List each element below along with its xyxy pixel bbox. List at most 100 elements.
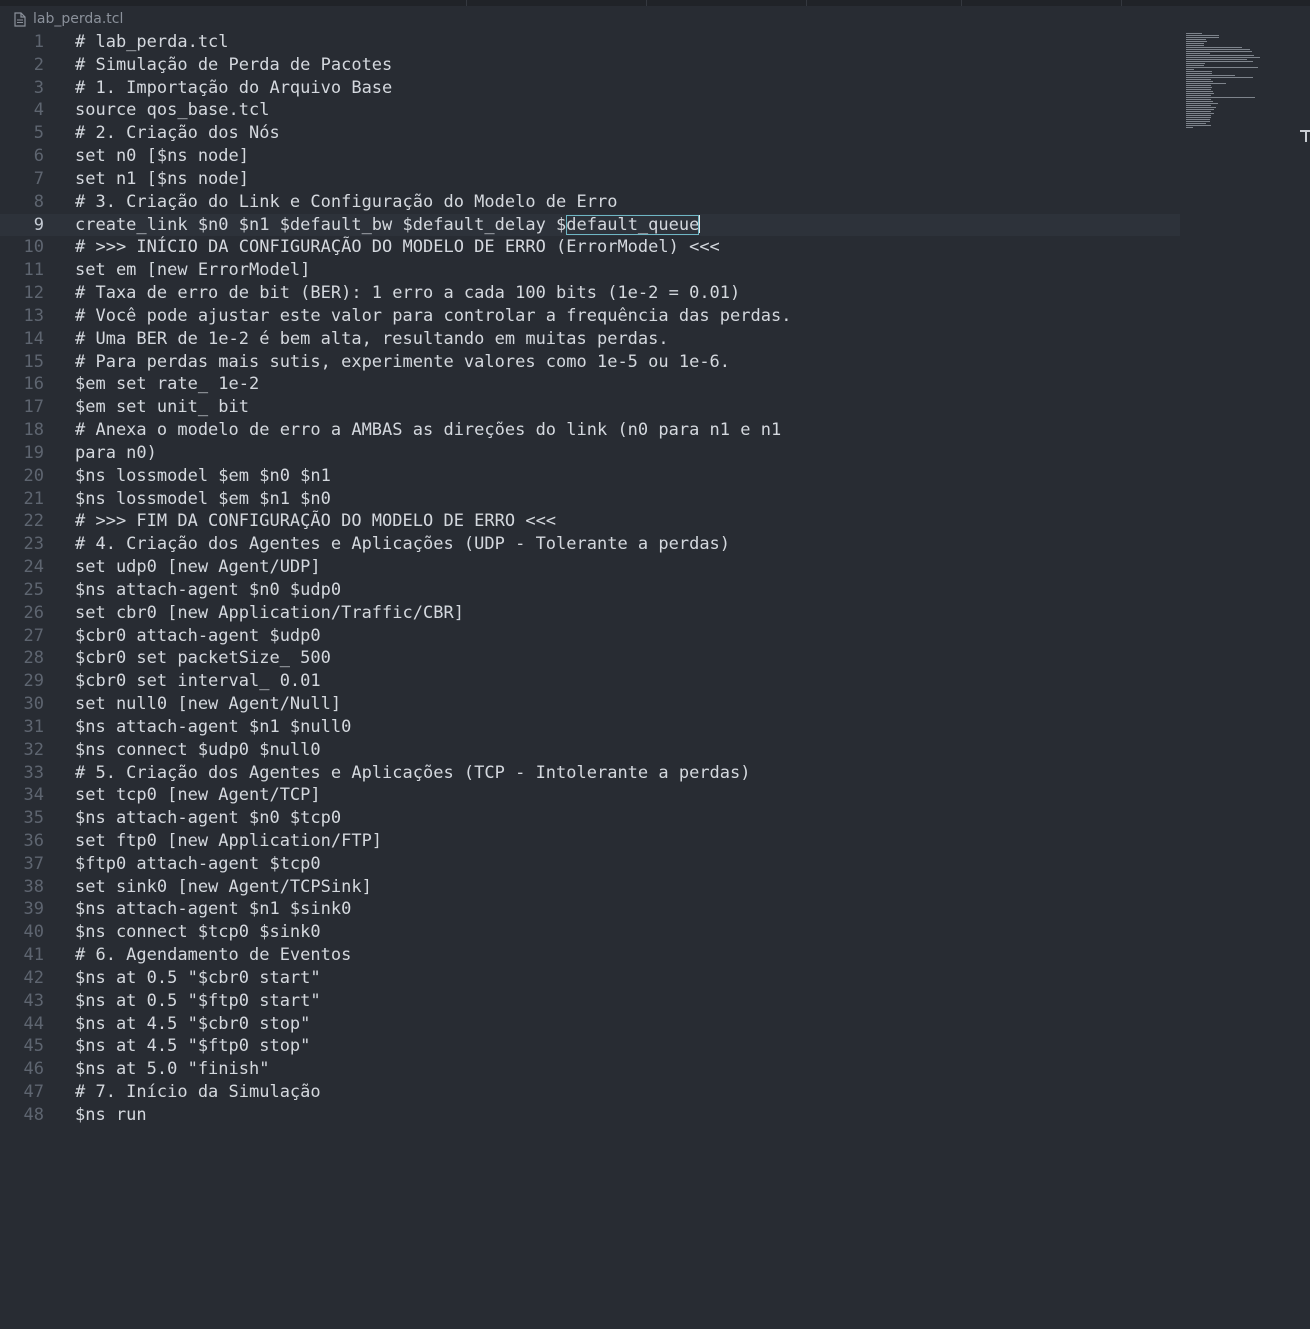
code-text[interactable]: $ns lossmodel $em $n1 $n0 — [75, 488, 331, 511]
code-line[interactable]: 42 $ns at 0.5 "$cbr0 start" — [0, 967, 1180, 990]
breadcrumb[interactable]: lab_perda.tcl — [14, 9, 123, 29]
code-text[interactable]: set udp0 [new Agent/UDP] — [75, 556, 321, 579]
code-line[interactable]: 12 # Taxa de erro de bit (BER): 1 erro a … — [0, 282, 1180, 305]
code-line[interactable]: 24 set udp0 [new Agent/UDP] — [0, 556, 1180, 579]
code-text[interactable]: set cbr0 [new Application/Traffic/CBR] — [75, 602, 464, 625]
code-line[interactable]: 22 # >>> FIM DA CONFIGURAÇÃO DO MODELO DE… — [0, 510, 1180, 533]
code-text[interactable]: set n1 [$ns node] — [75, 168, 249, 191]
code-line[interactable]: 4 source qos_base.tcl — [0, 99, 1180, 122]
code-line[interactable]: 25 $ns attach-agent $n0 $udp0 — [0, 579, 1180, 602]
code-line[interactable]: 3 # 1. Importação do Arquivo Base — [0, 77, 1180, 100]
code-text[interactable]: $ns at 0.5 "$cbr0 start" — [75, 967, 321, 990]
code-line[interactable]: 30 set null0 [new Agent/Null] — [0, 693, 1180, 716]
code-text[interactable]: set em [new ErrorModel] — [75, 259, 310, 282]
code-text[interactable]: # 3. Criação do Link e Configuração do M… — [75, 191, 617, 214]
code-text[interactable]: $em set rate_ 1e-2 — [75, 373, 259, 396]
code-line[interactable]: 15 # Para perdas mais sutis, experimente … — [0, 351, 1180, 374]
code-text[interactable]: source qos_base.tcl — [75, 99, 269, 122]
code-line[interactable]: 43 $ns at 0.5 "$ftp0 start" — [0, 990, 1180, 1013]
code-line[interactable]: 32 $ns connect $udp0 $null0 — [0, 739, 1180, 762]
code-text[interactable]: $cbr0 set packetSize_ 500 — [75, 647, 331, 670]
code-text[interactable]: set n0 [$ns node] — [75, 145, 249, 168]
code-text[interactable]: # >>> INÍCIO DA CONFIGURAÇÃO DO MODELO D… — [75, 236, 720, 259]
code-line[interactable]: 47 # 7. Início da Simulação — [0, 1081, 1180, 1104]
code-line[interactable]: 40 $ns connect $tcp0 $sink0 — [0, 921, 1180, 944]
code-text[interactable]: # Taxa de erro de bit (BER): 1 erro a ca… — [75, 282, 740, 305]
code-line[interactable]: 21 $ns lossmodel $em $n1 $n0 — [0, 488, 1180, 511]
code-line[interactable]: 17 $em set unit_ bit — [0, 396, 1180, 419]
code-text[interactable]: # 7. Início da Simulação — [75, 1081, 321, 1104]
code-line[interactable]: 28 $cbr0 set packetSize_ 500 — [0, 647, 1180, 670]
code-text[interactable]: # 6. Agendamento de Eventos — [75, 944, 351, 967]
code-text[interactable]: $ns attach-agent $n0 $udp0 — [75, 579, 341, 602]
code-text[interactable]: $ns connect $udp0 $null0 — [75, 739, 321, 762]
code-line[interactable]: 37 $ftp0 attach-agent $tcp0 — [0, 853, 1180, 876]
tab-lab-perda[interactable] — [0, 0, 467, 6]
code-text[interactable]: $ns attach-agent $n1 $sink0 — [75, 898, 351, 921]
code-text[interactable]: set sink0 [new Agent/TCPSink] — [75, 876, 372, 899]
code-line[interactable]: 10 # >>> INÍCIO DA CONFIGURAÇÃO DO MODELO… — [0, 236, 1180, 259]
minimap[interactable] — [1186, 31, 1266, 131]
code-text[interactable]: $em set unit_ bit — [75, 396, 249, 419]
code-line[interactable]: 7 set n1 [$ns node] — [0, 168, 1180, 191]
code-text[interactable]: # >>> FIM DA CONFIGURAÇÃO DO MODELO DE E… — [75, 510, 556, 533]
code-line[interactable]: 9 create_link $n0 $n1 $default_bw $defaul… — [0, 213, 1180, 237]
code-text[interactable]: # 1. Importação do Arquivo Base — [75, 77, 392, 100]
code-line[interactable]: 36 set ftp0 [new Application/FTP] — [0, 830, 1180, 853]
code-text[interactable]: $ns at 4.5 "$ftp0 stop" — [75, 1035, 310, 1058]
code-text[interactable]: create_link $n0 $n1 $default_bw $default… — [75, 214, 701, 237]
code-line[interactable]: 16 $em set rate_ 1e-2 — [0, 373, 1180, 396]
code-line[interactable]: 45 $ns at 4.5 "$ftp0 stop" — [0, 1035, 1180, 1058]
code-text[interactable]: $cbr0 attach-agent $udp0 — [75, 625, 321, 648]
code-line[interactable]: 27 $cbr0 attach-agent $udp0 — [0, 625, 1180, 648]
code-text[interactable]: $ns at 0.5 "$ftp0 start" — [75, 990, 321, 1013]
code-text[interactable]: $ns run — [75, 1104, 147, 1127]
code-text[interactable]: $ns attach-agent $n1 $null0 — [75, 716, 351, 739]
code-text[interactable]: $ns lossmodel $em $n0 $n1 — [75, 465, 331, 488]
code-text[interactable]: # 4. Criação dos Agentes e Aplicações (U… — [75, 533, 730, 556]
code-line[interactable]: 41 # 6. Agendamento de Eventos — [0, 944, 1180, 967]
code-line[interactable]: 33 # 5. Criação dos Agentes e Aplicações … — [0, 762, 1180, 785]
code-text[interactable]: # 2. Criação dos Nós — [75, 122, 280, 145]
code-editor[interactable]: 1 # lab_perda.tcl 2 # Simulação de Perda de… — [0, 31, 1180, 1127]
code-line[interactable]: 1 # lab_perda.tcl — [0, 31, 1180, 54]
code-line[interactable]: 38 set sink0 [new Agent/TCPSink] — [0, 876, 1180, 899]
tab-slot[interactable] — [466, 0, 647, 6]
code-line[interactable]: 26 set cbr0 [new Application/Traffic/CBR] — [0, 602, 1180, 625]
code-line[interactable]: 31 $ns attach-agent $n1 $null0 — [0, 716, 1180, 739]
code-line[interactable]: 6 set n0 [$ns node] — [0, 145, 1180, 168]
code-line[interactable]: 39 $ns attach-agent $n1 $sink0 — [0, 898, 1180, 921]
code-line[interactable]: 46 $ns at 5.0 "finish" — [0, 1058, 1180, 1081]
code-text[interactable]: # Simulação de Perda de Pacotes — [75, 54, 392, 77]
tab-slot[interactable] — [961, 0, 1122, 6]
code-line[interactable]: 14 # Uma BER de 1e-2 é bem alta, resultan… — [0, 328, 1180, 351]
code-text[interactable]: # Anexa o modelo de erro a AMBAS as dire… — [75, 419, 781, 442]
code-text[interactable]: # lab_perda.tcl — [75, 31, 229, 54]
code-text[interactable]: set ftp0 [new Application/FTP] — [75, 830, 382, 853]
tab-slot[interactable] — [646, 0, 807, 6]
code-text[interactable]: # Você pode ajustar este valor para cont… — [75, 305, 791, 328]
selected-text[interactable]: default_queue — [566, 214, 700, 235]
code-line[interactable]: 13 # Você pode ajustar este valor para co… — [0, 305, 1180, 328]
code-text[interactable]: # Para perdas mais sutis, experimente va… — [75, 351, 730, 374]
code-line[interactable]: 44 $ns at 4.5 "$cbr0 stop" — [0, 1013, 1180, 1036]
code-line[interactable]: 18 # Anexa o modelo de erro a AMBAS as di… — [0, 419, 1180, 442]
vertical-scrollbar[interactable] — [1298, 6, 1310, 1329]
code-line[interactable]: 48 $ns run — [0, 1104, 1180, 1127]
code-line[interactable]: 34 set tcp0 [new Agent/TCP] — [0, 784, 1180, 807]
code-line[interactable]: 20 $ns lossmodel $em $n0 $n1 — [0, 465, 1180, 488]
code-line[interactable]: 8 # 3. Criação do Link e Configuração do … — [0, 191, 1180, 214]
code-line[interactable]: 19 para n0) — [0, 442, 1180, 465]
code-text[interactable]: $ns connect $tcp0 $sink0 — [75, 921, 321, 944]
code-line[interactable]: 5 # 2. Criação dos Nós — [0, 122, 1180, 145]
code-text[interactable]: $cbr0 set interval_ 0.01 — [75, 670, 321, 693]
code-text[interactable]: # 5. Criação dos Agentes e Aplicações (T… — [75, 762, 751, 785]
code-text[interactable]: para n0) — [75, 442, 157, 465]
tab-slot[interactable] — [806, 0, 962, 6]
code-text[interactable]: $ns at 4.5 "$cbr0 stop" — [75, 1013, 310, 1036]
code-line[interactable]: 29 $cbr0 set interval_ 0.01 — [0, 670, 1180, 693]
code-text[interactable]: set null0 [new Agent/Null] — [75, 693, 341, 716]
code-text[interactable]: $ns at 5.0 "finish" — [75, 1058, 269, 1081]
code-text[interactable]: # Uma BER de 1e-2 é bem alta, resultando… — [75, 328, 669, 351]
code-line[interactable]: 11 set em [new ErrorModel] — [0, 259, 1180, 282]
